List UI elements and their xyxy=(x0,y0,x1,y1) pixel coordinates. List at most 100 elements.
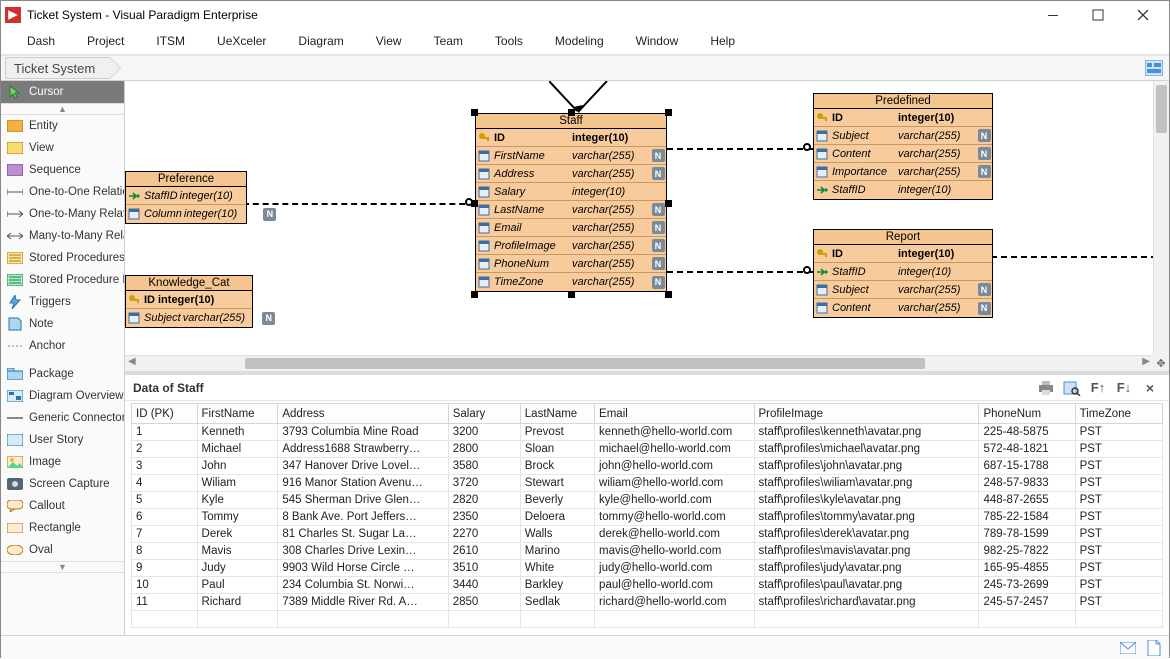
sort-desc-button[interactable]: F↓ xyxy=(1113,378,1135,398)
menu-diagram[interactable]: Diagram xyxy=(282,30,359,52)
canvas-resize-grip[interactable]: ✥ xyxy=(1153,355,1169,371)
col-img[interactable]: ProfileImage xyxy=(754,404,979,424)
palette-capture[interactable]: Screen Capture xyxy=(1,473,124,495)
mail-icon[interactable] xyxy=(1119,639,1137,657)
menu-itsm[interactable]: ITSM xyxy=(140,30,201,52)
entity-column[interactable]: Emailvarchar(255)N xyxy=(476,219,666,237)
layout-icon[interactable] xyxy=(1143,58,1165,78)
palette-cursor[interactable]: Cursor xyxy=(1,81,124,103)
entity-column[interactable]: Salaryinteger(10) xyxy=(476,183,666,201)
entity-header[interactable]: Preference xyxy=(126,172,246,187)
col-phone[interactable]: PhoneNum xyxy=(979,404,1075,424)
menu-project[interactable]: Project xyxy=(71,30,140,52)
entity-column[interactable]: IDinteger(10) xyxy=(814,109,992,127)
palette-sp[interactable]: Stored Procedures xyxy=(1,247,124,269)
menu-tools[interactable]: Tools xyxy=(479,30,539,52)
col-addr[interactable]: Address xyxy=(278,404,448,424)
entity-predefined[interactable]: PredefinedIDinteger(10)Subjectvarchar(25… xyxy=(813,93,993,200)
entity-column[interactable]: Subjectvarchar(255)N xyxy=(814,281,992,299)
palette-anchor[interactable]: Anchor xyxy=(1,335,124,357)
entity-column[interactable]: Columninteger(10)N xyxy=(126,205,246,223)
palette-genconn[interactable]: Generic Connector xyxy=(1,407,124,429)
entity-column[interactable]: IDinteger(10) xyxy=(126,291,252,309)
close-panel-button[interactable]: × xyxy=(1139,378,1161,398)
table-row[interactable]: 3John347 Hanover Drive Lovel…3580Brockjo… xyxy=(132,458,1163,475)
canvas-scrollbar-horizontal[interactable] xyxy=(125,355,1153,371)
col-email[interactable]: Email xyxy=(595,404,754,424)
table-row[interactable]: 11Richard7389 Middle River Rd. A…2850Sed… xyxy=(132,594,1163,611)
menu-uexceler[interactable]: UeXceler xyxy=(201,30,282,52)
entity-knowledge_cat[interactable]: Knowledge_CatIDinteger(10)Subjectvarchar… xyxy=(125,275,253,328)
entity-column[interactable]: StaffIDinteger(10) xyxy=(814,181,992,199)
table-row[interactable]: 1Kenneth3793 Columbia Mine Road3200Prevo… xyxy=(132,424,1163,441)
col-salary[interactable]: Salary xyxy=(448,404,520,424)
menu-modeling[interactable]: Modeling xyxy=(539,30,620,52)
entity-report[interactable]: ReportIDinteger(10)StaffIDinteger(10)Sub… xyxy=(813,229,993,318)
table-row-empty[interactable] xyxy=(132,611,1163,628)
entity-column[interactable]: PhoneNumvarchar(255)N xyxy=(476,255,666,273)
entity-column[interactable]: FirstNamevarchar(255)N xyxy=(476,147,666,165)
entity-staff[interactable]: StaffIDinteger(10)FirstNamevarchar(255)N… xyxy=(475,113,667,292)
entity-column[interactable]: LastNamevarchar(255)N xyxy=(476,201,666,219)
palette-sequence[interactable]: Sequence xyxy=(1,159,124,181)
print-icon[interactable] xyxy=(1035,378,1057,398)
palette-entity[interactable]: Entity xyxy=(1,115,124,137)
canvas-scrollbar-vertical[interactable] xyxy=(1153,81,1169,355)
close-button[interactable] xyxy=(1120,1,1165,28)
table-row[interactable]: 5Kyle545 Sherman Drive Glen…2820Beverlyk… xyxy=(132,492,1163,509)
menu-help[interactable]: Help xyxy=(694,30,751,52)
entity-column[interactable]: ProfileImagevarchar(255)N xyxy=(476,237,666,255)
palette-userstory[interactable]: User Story xyxy=(1,429,124,451)
search-data-icon[interactable] xyxy=(1061,378,1083,398)
entity-preference[interactable]: PreferenceStaffIDinteger(10)Columnintege… xyxy=(125,171,247,224)
menu-dash[interactable]: Dash xyxy=(11,30,71,52)
diagram-canvas[interactable]: ✥ PreferenceStaffIDinteger(10)Columninte… xyxy=(125,81,1169,371)
entity-column[interactable]: Importancevarchar(255)N xyxy=(814,163,992,181)
col-id[interactable]: ID (PK) xyxy=(132,404,198,424)
table-row[interactable]: 9Judy9903 Wild Horse Circle …3510Whiteju… xyxy=(132,560,1163,577)
entity-column[interactable]: IDinteger(10) xyxy=(814,245,992,263)
entity-column[interactable]: StaffIDinteger(10) xyxy=(126,187,246,205)
menu-window[interactable]: Window xyxy=(620,30,695,52)
palette-oval[interactable]: Oval xyxy=(1,539,124,561)
col-last[interactable]: LastName xyxy=(520,404,594,424)
palette-callout[interactable]: Callout xyxy=(1,495,124,517)
entity-header[interactable]: Predefined xyxy=(814,94,992,109)
palette-overview[interactable]: Diagram Overview xyxy=(1,385,124,407)
palette-package[interactable]: Package xyxy=(1,363,124,385)
minimize-button[interactable] xyxy=(1030,1,1075,28)
palette-collapse-bottom[interactable]: ▼ xyxy=(1,561,124,573)
col-first[interactable]: FirstName xyxy=(197,404,278,424)
table-row[interactable]: 8Mavis308 Charles Drive Lexin…2610Marino… xyxy=(132,543,1163,560)
entity-column[interactable]: Subjectvarchar(255)N xyxy=(126,309,252,327)
table-row[interactable]: 7Derek81 Charles St. Sugar La…2270Wallsd… xyxy=(132,526,1163,543)
table-row[interactable]: 10Paul234 Columbia St. Norwi…3440Barkley… xyxy=(132,577,1163,594)
sort-asc-button[interactable]: F↑ xyxy=(1087,378,1109,398)
entity-header[interactable]: Knowledge_Cat xyxy=(126,276,252,291)
entity-column[interactable]: Addressvarchar(255)N xyxy=(476,165,666,183)
menu-team[interactable]: Team xyxy=(418,30,479,52)
palette-collapse-top[interactable]: ▲ xyxy=(1,103,124,115)
palette-trig[interactable]: Triggers xyxy=(1,291,124,313)
palette-view[interactable]: View xyxy=(1,137,124,159)
palette-image[interactable]: Image xyxy=(1,451,124,473)
entity-column[interactable]: Contentvarchar(255)N xyxy=(814,145,992,163)
palette-rel1n[interactable]: One-to-Many Relationship xyxy=(1,203,124,225)
palette-note[interactable]: Note xyxy=(1,313,124,335)
data-grid[interactable]: ID (PK)FirstNameAddressSalaryLastNameEma… xyxy=(125,401,1169,635)
palette-rect[interactable]: Rectangle xyxy=(1,517,124,539)
breadcrumb-item[interactable]: Ticket System xyxy=(5,57,110,79)
menu-view[interactable]: View xyxy=(360,30,418,52)
entity-column[interactable]: Contentvarchar(255)N xyxy=(814,299,992,317)
entity-header[interactable]: Report xyxy=(814,230,992,245)
entity-column[interactable]: Subjectvarchar(255)N xyxy=(814,127,992,145)
table-row[interactable]: 6Tommy8 Bank Ave. Port Jeffers…2350Deloe… xyxy=(132,509,1163,526)
table-row[interactable]: 4Wiliam916 Manor Station Avenu…3720Stewa… xyxy=(132,475,1163,492)
entity-column[interactable]: TimeZonevarchar(255)N xyxy=(476,273,666,291)
palette-rel11[interactable]: One-to-One Relationship xyxy=(1,181,124,203)
entity-column[interactable]: StaffIDinteger(10) xyxy=(814,263,992,281)
palette-relnn[interactable]: Many-to-Many Relationship xyxy=(1,225,124,247)
maximize-button[interactable] xyxy=(1075,1,1120,28)
entity-column[interactable]: IDinteger(10) xyxy=(476,129,666,147)
palette-spr[interactable]: Stored Procedure Resultset xyxy=(1,269,124,291)
